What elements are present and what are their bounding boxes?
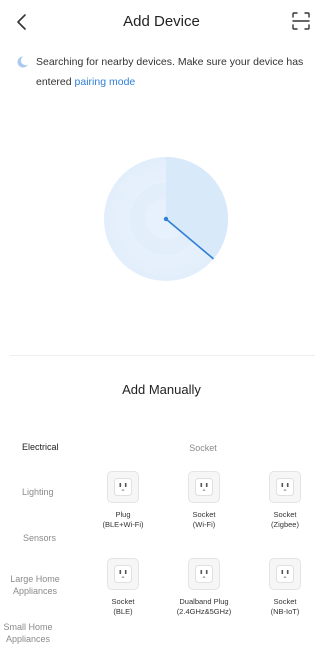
category-small-home-appliances[interactable]: Small Home Appliances xyxy=(0,621,56,645)
device-name: Plug xyxy=(115,510,131,519)
device-protocol: (BLE+Wi-Fi) xyxy=(102,520,144,529)
section-divider xyxy=(10,355,315,356)
socket-icon xyxy=(114,565,132,583)
category-electrical[interactable]: Electrical xyxy=(22,441,59,453)
device-name: Socket xyxy=(273,510,297,519)
scan-button[interactable] xyxy=(291,11,311,31)
header-bar: Add Device xyxy=(0,0,323,44)
device-name: Socket xyxy=(273,597,297,606)
socket-icon xyxy=(114,478,132,496)
device-protocol: (Wi-Fi) xyxy=(192,520,216,529)
socket-icon xyxy=(276,565,294,583)
device-name: Socket xyxy=(111,597,135,606)
device-dualband-plug[interactable]: Dualband Plug (2.4GHz&5GHz) xyxy=(173,558,235,617)
search-status: Searching for nearby devices. Make sure … xyxy=(17,52,306,92)
device-name: Socket xyxy=(192,510,216,519)
socket-icon xyxy=(276,478,294,496)
device-protocol: (2.4GHz&5GHz) xyxy=(176,607,232,616)
device-protocol: (NB-IoT) xyxy=(270,607,300,616)
device-protocol: (BLE) xyxy=(113,607,133,616)
device-socket-wifi[interactable]: Socket (Wi-Fi) xyxy=(173,471,235,530)
pairing-mode-link[interactable]: pairing mode xyxy=(75,76,136,88)
scan-icon xyxy=(292,12,310,30)
device-name: Dualband Plug xyxy=(179,597,229,606)
searching-moon-icon xyxy=(17,56,29,68)
radar-scanner xyxy=(104,156,229,281)
device-socket-ble[interactable]: Socket (BLE) xyxy=(92,558,154,617)
device-protocol: (Zigbee) xyxy=(271,520,299,529)
category-sensors[interactable]: Sensors xyxy=(23,532,56,544)
page-title: Add Device xyxy=(123,13,200,30)
category-lighting[interactable]: Lighting xyxy=(22,486,54,498)
subcategory-title: Socket xyxy=(189,443,217,453)
category-large-home-appliances[interactable]: Large Home Appliances xyxy=(0,573,70,597)
device-socket-zigbee[interactable]: Socket (Zigbee) xyxy=(254,471,316,530)
device-socket-nb-iot[interactable]: Socket (NB-IoT) xyxy=(254,558,316,617)
add-manually-title: Add Manually xyxy=(122,382,201,397)
device-plug-ble-wifi[interactable]: Plug (BLE+Wi-Fi) xyxy=(92,471,154,530)
socket-icon xyxy=(195,565,213,583)
socket-icon xyxy=(195,478,213,496)
